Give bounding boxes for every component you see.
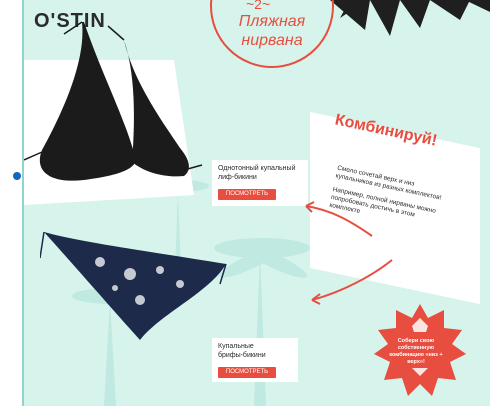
- view-top-button[interactable]: ПОСМОТРЕТЬ: [218, 189, 276, 200]
- side-marker-dot: [13, 172, 21, 180]
- left-page-margin: [0, 0, 6, 406]
- arrow-decoration: [305, 201, 393, 305]
- product-card-bottom: Купальные брифы-бикини ПОСМОТРЕТЬ: [212, 338, 298, 382]
- product-title-top-line1: Однотонный купальный: [218, 165, 296, 172]
- collection-title-line1: Пляжная: [238, 13, 306, 30]
- promo-banner: O'STIN ~2~ Пляжная нирвана Однотонный ку…: [24, 0, 490, 406]
- view-bottom-button[interactable]: ПОСМОТРЕТЬ: [218, 367, 276, 378]
- product-title-top-line2: лиф-бикини: [218, 174, 257, 181]
- collection-title-line2: нирвана: [241, 32, 303, 49]
- combo-badge-text: Собери свою собственную комбинацию «низ …: [389, 338, 443, 365]
- collection-title: Пляжная нирвана: [222, 12, 322, 50]
- product-title-bottom-line1: Купальные: [218, 343, 254, 350]
- collection-number: ~2~: [246, 0, 271, 12]
- product-title-bottom-line2: брифы-бикини: [218, 352, 266, 359]
- bikini-top-image[interactable]: [24, 20, 204, 215]
- bikini-bottom-image[interactable]: [40, 222, 230, 352]
